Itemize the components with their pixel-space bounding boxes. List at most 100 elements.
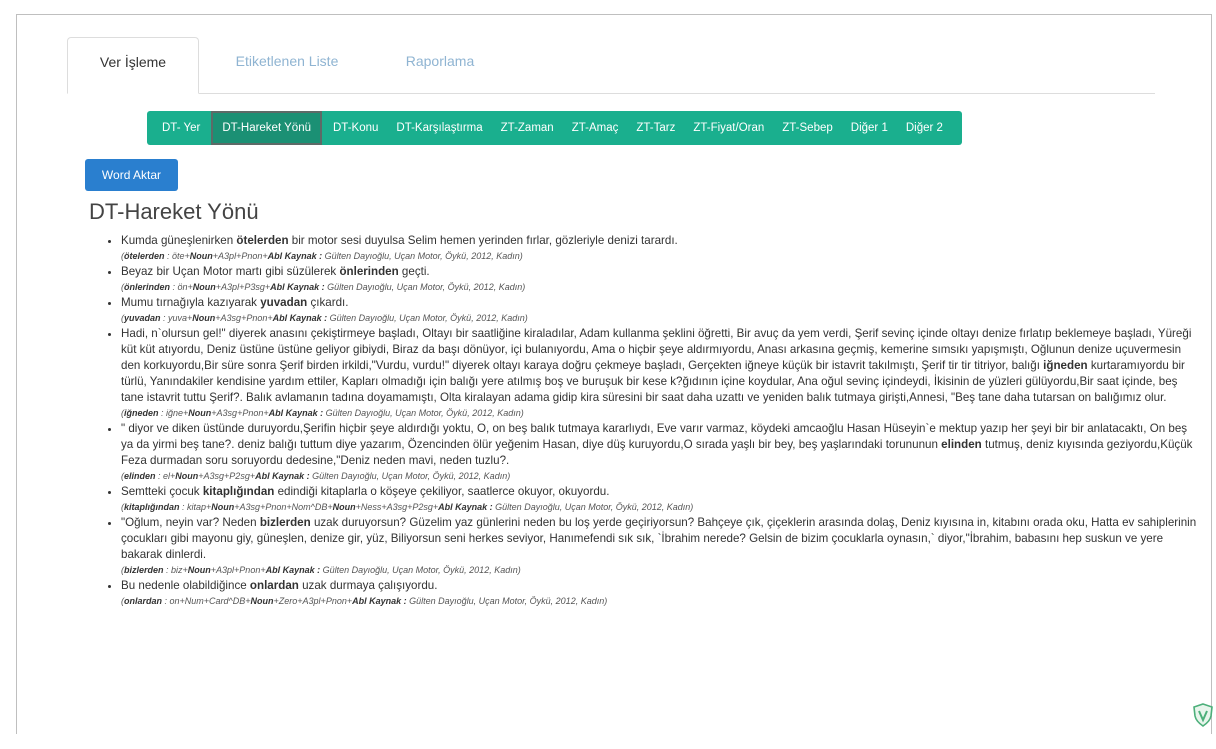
analysis-stem: : biz+ [163,565,188,575]
analysis-stem: : kitap+ [179,502,212,512]
analysis-source: Gülten Dayıoğlu, Uçan Motor, Öykü, 2012,… [320,565,521,575]
entry-text-after: uzak durmaya çalışıyordu. [298,579,438,592]
category-zt-amac[interactable]: ZT-Amaç [563,111,628,145]
analysis-case: Abl Kaynak : [270,282,325,292]
list-item: Beyaz bir Uçan Motor martı gibi süzülere… [121,264,1201,294]
analysis-case: Abl Kaynak : [268,408,324,418]
entry-analysis: (kitaplığından : kitap+Noun+A3sg+Pnon+No… [121,502,694,512]
category-dt-karsilastirma[interactable]: DT-Karşılaştırma [387,111,491,145]
analysis-morph: +A3sg+Pnon+ [215,313,273,323]
analysis-morph: +A3pl+Pnon+ [212,251,268,261]
analysis-pos: Noun [189,251,213,261]
category-zt-sebep[interactable]: ZT-Sebep [773,111,842,145]
entry-highlight-word: elinden [941,438,982,451]
analysis-word: kitaplığından [124,502,180,512]
analysis-source: Gülten Dayıoğlu, Uçan Motor, Öykü, 2012,… [324,282,526,292]
entry-highlight-word: yuvadan [260,296,308,309]
entry-highlight-word: bizlerden [259,516,311,529]
tab-etiketlenen-liste[interactable]: Etiketlenen Liste [217,37,357,93]
entry-highlight-word: kitaplığından [202,485,275,498]
category-bar: DT- Yer DT-Hareket Yönü DT-Konu DT-Karşı… [147,111,962,145]
analysis-pos: Noun [192,282,216,292]
entry-text-before: Kumda güneşlenirken [121,234,237,247]
analysis-pos: Noun [211,502,235,512]
entry-highlight-word: iğneden [1043,359,1088,372]
list-item: Hadi, n`olursun gel!" diyerek anasını çe… [121,326,1201,420]
analysis-word: önlerinden [124,282,171,292]
analysis-morph: +A3sg+Pnon+Nom^DB+ [234,502,333,512]
analysis-word: bizlerden [124,565,164,575]
entry-text-before: Beyaz bir Uçan Motor martı gibi süzülere… [121,265,340,278]
analysis-source: Gülten Dayıoğlu, Uçan Motor, Öykü, 2012,… [323,408,524,418]
word-export-button[interactable]: Word Aktar [85,159,178,191]
tab-bar: Ver İşleme Etiketlenen Liste Raporlama [67,37,1155,94]
list-item: Semtteki çocuk kitaplığından edindiği ki… [121,484,1201,514]
category-diger-2[interactable]: Diğer 2 [897,111,952,145]
entry-analysis: (yuvadan : yuva+Noun+A3sg+Pnon+Abl Kayna… [121,313,528,323]
entry-text-before: Bu nedenle olabildiğince [121,579,250,592]
analysis-source: Gülten Dayıoğlu, Uçan Motor, Öykü, 2012,… [492,502,694,512]
entry-analysis: (bizlerden : biz+Noun+A3pl+Pnon+Abl Kayn… [121,565,521,575]
entry-analysis: (elinden : el+Noun+A3sg+P2sg+Abl Kaynak … [121,471,511,481]
entry-analysis: (iğneden : iğne+Noun+A3sg+Pnon+Abl Kayna… [121,408,524,418]
entry-analysis: (onlardan : on+Num+Card^DB+Noun+Zero+A3p… [121,596,608,606]
list-item: " diyor ve diken üstünde duruyordu,Şerif… [121,421,1201,483]
analysis-source: Gülten Dayıoğlu, Uçan Motor, Öykü, 2012,… [322,251,523,261]
analysis-stem: : iğne+ [158,408,189,418]
category-zt-tarz[interactable]: ZT-Tarz [627,111,684,145]
analysis-source: Gülten Dayıoğlu, Uçan Motor, Öykü, 2012,… [309,471,511,481]
entry-highlight-word: onlardan [249,579,299,592]
entry-analysis: (önlerinden : ön+Noun+A3pl+P3sg+Abl Kayn… [121,282,526,292]
list-item: Kumda güneşlenirken ötelerden bir motor … [121,233,1201,263]
analysis-stem: : el+ [155,471,176,481]
analysis-morph: +A3sg+P2sg+ [198,471,256,481]
app-frame: Ver İşleme Etiketlenen Liste Raporlama D… [16,14,1212,734]
entry-text-after: geçti. [398,265,430,278]
category-diger-1[interactable]: Diğer 1 [842,111,897,145]
analysis-case: Abl Kaynak : [255,471,310,481]
analysis-word: iğneden [124,408,159,418]
analysis-word: elinden [124,471,156,481]
entry-text-before: Mumu tırnağıyla kazıyarak [121,296,261,309]
list-item: "Oğlum, neyin var? Neden bizlerden uzak … [121,515,1201,577]
analysis-pos: Noun [192,313,216,323]
analysis-case: Abl Kaynak : [267,251,323,261]
analysis-pos: Noun [188,408,212,418]
analysis-pos: Noun [175,471,199,481]
analysis-stem: : ön+ [170,282,193,292]
tab-ver-isleme[interactable]: Ver İşleme [67,37,199,94]
section-title: DT-Hareket Yönü [89,199,259,224]
entry-highlight-word: önlerinden [339,265,399,278]
entry-analysis: (ötelerden : öte+Noun+A3pl+Pnon+Abl Kayn… [121,251,523,261]
analysis-case: Abl Kaynak : [352,596,407,606]
entry-text-after: çıkardı. [307,296,349,309]
entry-text-before: "Oğlum, neyin var? Neden [121,516,260,529]
list-item: Mumu tırnağıyla kazıyarak yuvadan çıkard… [121,295,1201,325]
tab-raporlama[interactable]: Raporlama [385,37,495,93]
analysis-morph: +A3pl+Pnon+ [210,565,266,575]
analysis-pos: Noun [187,565,211,575]
category-dt-hareket-yonu[interactable]: DT-Hareket Yönü [211,111,322,145]
analysis-stem: : öte+ [164,251,190,261]
analysis-pos-2: Noun [332,502,356,512]
category-dt-yer[interactable]: DT- Yer [153,111,209,145]
shield-icon[interactable] [1193,703,1213,727]
category-zt-zaman[interactable]: ZT-Zaman [492,111,563,145]
analysis-stem: : yuva+ [160,313,193,323]
entry-text-after: bir motor sesi duyulsa Selim hemen yerin… [288,234,678,247]
category-dt-konu[interactable]: DT-Konu [324,111,387,145]
analysis-morph: +A3sg+Pnon+ [211,408,269,418]
analysis-source: Gülten Dayıoğlu, Uçan Motor, Öykü, 2012,… [406,596,608,606]
analysis-stem: : on+Num+Card^DB+ [162,596,251,606]
analysis-morph-2: +Ness+A3sg+P2sg+ [355,502,439,512]
entry-text-before: Hadi, n`olursun gel!" diyerek anasını çe… [121,327,1192,372]
analysis-case: Abl Kaynak : [438,502,493,512]
category-zt-fiyat-oran[interactable]: ZT-Fiyat/Oran [684,111,773,145]
analysis-pos: Noun [250,596,274,606]
entry-highlight-word: ötelerden [236,234,289,247]
analysis-word: yuvadan [124,313,161,323]
list-item: Bu nedenle olabildiğince onlardan uzak d… [121,578,1201,608]
entry-text-after: edindiği kitaplarla o köşeye çekiliyor, … [274,485,610,498]
entry-list: Kumda güneşlenirken ötelerden bir motor … [101,233,1201,609]
analysis-morph: +Zero+A3pl+Pnon+ [273,596,353,606]
